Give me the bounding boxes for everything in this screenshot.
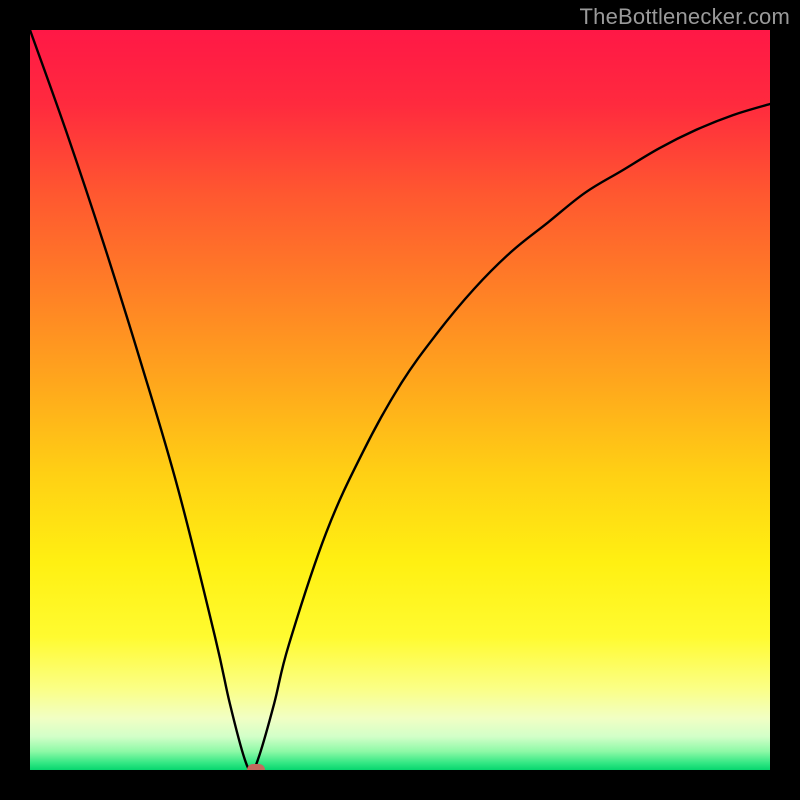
watermark-text: TheBottlenecker.com [580, 4, 790, 30]
bottleneck-curve [30, 30, 770, 770]
curve-path [30, 30, 770, 770]
chart-frame: TheBottlenecker.com [0, 0, 800, 800]
plot-area [30, 30, 770, 770]
marker-dot [247, 764, 265, 770]
